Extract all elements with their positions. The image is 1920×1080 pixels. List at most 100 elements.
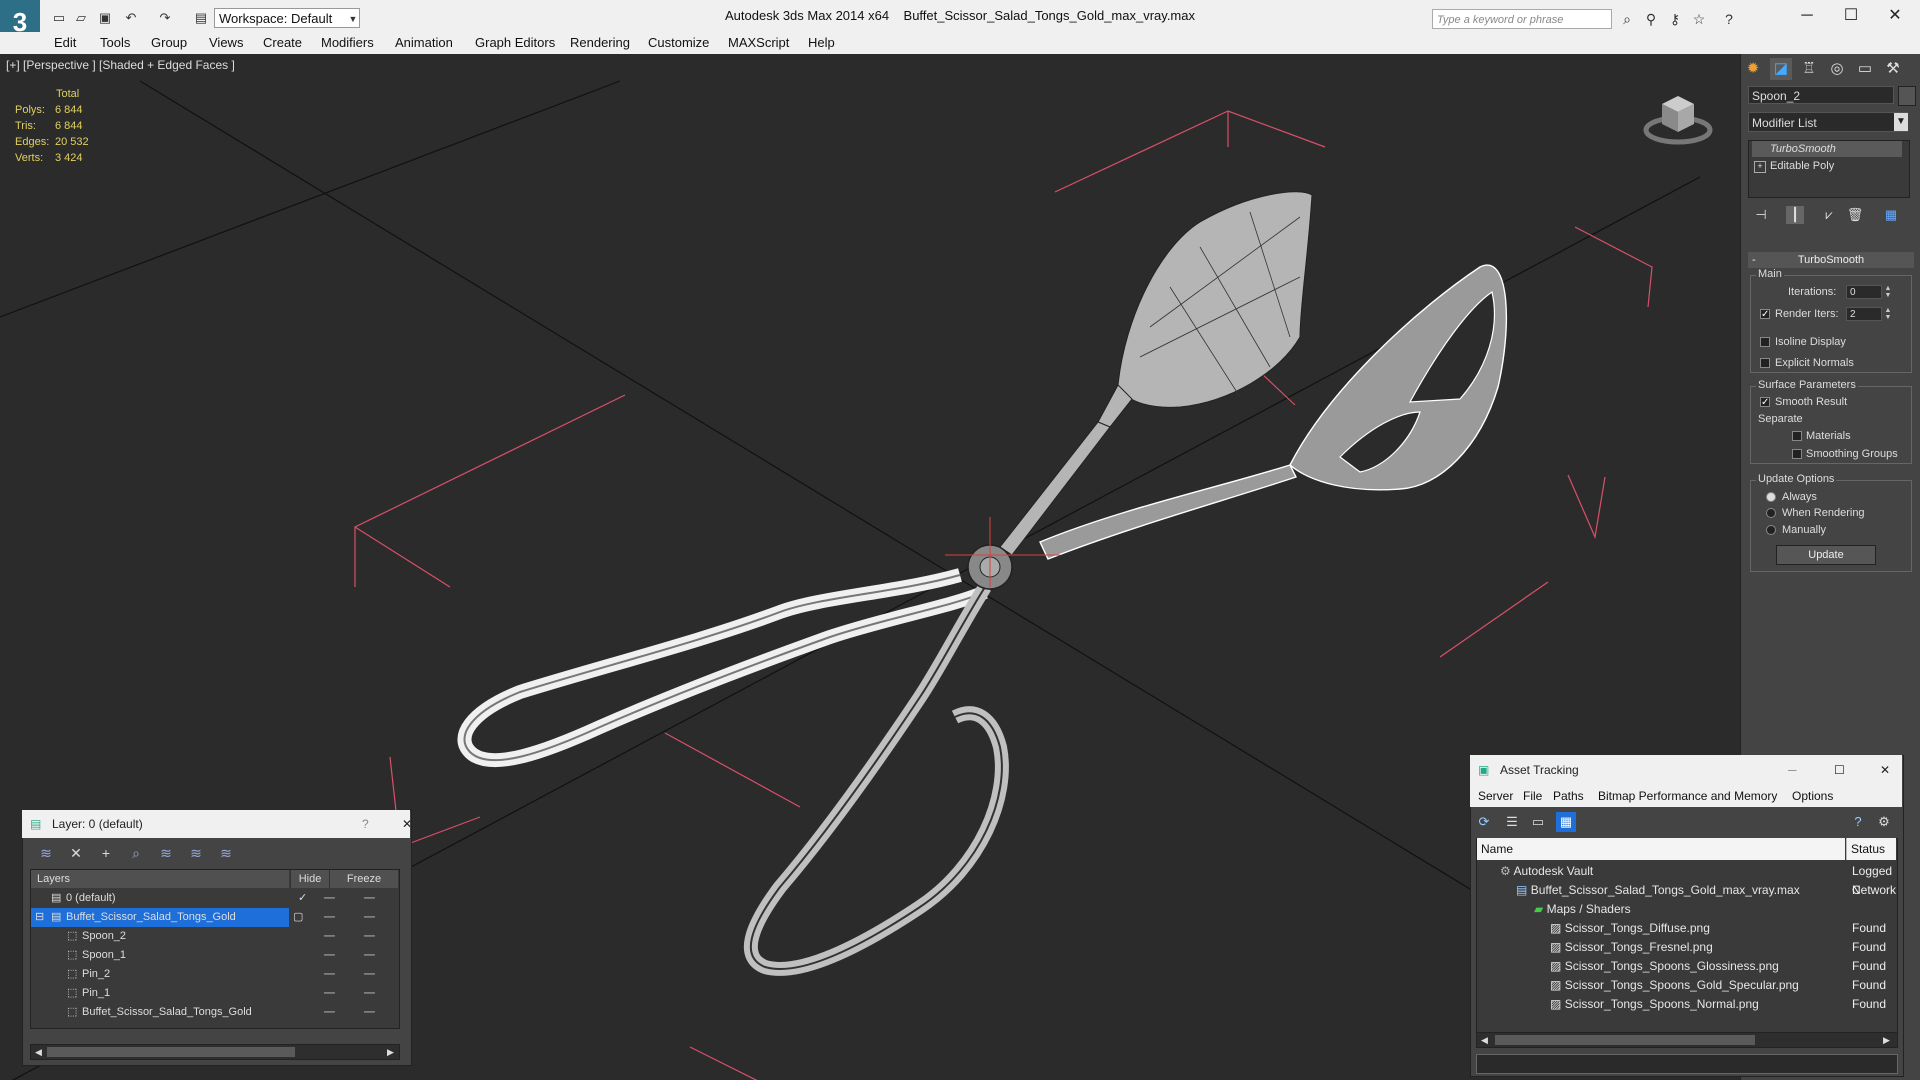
menu-group[interactable]: Group [151, 32, 187, 54]
scroll-thumb[interactable] [1495, 1035, 1755, 1045]
freeze-toggle[interactable]: ━━ [364, 908, 375, 927]
render-iters-checkbox[interactable]: ✓ [1760, 309, 1770, 320]
settings-icon[interactable]: ⚙ [1874, 812, 1894, 832]
help-icon[interactable]: ? [1848, 812, 1868, 832]
render-iters-spinner[interactable]: 2 [1846, 307, 1882, 321]
asset-menu-bitmap[interactable]: Bitmap Performance and Memory [1598, 785, 1777, 807]
current-layer-icon[interactable]: ▢ [293, 908, 303, 927]
status-column-header[interactable]: Status [1846, 838, 1896, 860]
asset-row[interactable]: ▰ Maps / Shaders [1534, 900, 1631, 919]
menu-tools[interactable]: Tools [100, 32, 130, 54]
when-rendering-radio[interactable] [1766, 508, 1776, 518]
display-tab-icon[interactable]: ▭ [1854, 58, 1876, 80]
smooth-result-checkbox[interactable]: ✓ [1760, 397, 1770, 408]
utilities-tab-icon[interactable]: ⚒ [1882, 58, 1904, 80]
show-end-result-icon[interactable]: ┃ [1786, 206, 1804, 224]
asset-menu-options[interactable]: Options [1792, 785, 1833, 807]
select-objects-icon[interactable]: ⌕ [126, 843, 146, 863]
hide-toggle[interactable]: ━━ [324, 1003, 335, 1022]
scroll-right-icon[interactable]: ▶ [1883, 1033, 1890, 1047]
menu-create[interactable]: Create [263, 32, 302, 54]
menu-customize[interactable]: Customize [648, 32, 709, 54]
maximize-button[interactable]: ☐ [1828, 0, 1874, 32]
object-name-field[interactable]: Spoon_2 [1748, 86, 1894, 104]
layer-row[interactable]: ▤ 0 (default) ✓ ━━ ━━ [31, 889, 397, 908]
scroll-left-icon[interactable]: ◀ [1481, 1033, 1488, 1047]
minimize-button[interactable]: ─ [1784, 0, 1830, 32]
hide-toggle[interactable]: ━━ [324, 908, 335, 927]
horizontal-scrollbar[interactable]: ◀ ▶ [30, 1044, 400, 1060]
viewcube[interactable] [1642, 88, 1714, 148]
spinner-arrows-icon[interactable]: ▲ ▼ [1884, 307, 1892, 321]
asset-path-field[interactable] [1476, 1054, 1898, 1074]
asset-row[interactable]: ⚙ Autodesk Vault [1500, 862, 1593, 881]
modifier-list-dropdown[interactable]: Modifier List [1748, 112, 1908, 132]
create-tab-icon[interactable]: ✹ [1742, 58, 1764, 80]
binoculars-icon[interactable]: ⌕ [1618, 10, 1636, 28]
hide-toggle[interactable]: ━━ [324, 927, 335, 946]
asset-row[interactable]: ▨ Scissor_Tongs_Diffuse.png [1550, 919, 1710, 938]
layer-object-row[interactable]: ⬚ Spoon_2 ━━ ━━ [31, 927, 397, 946]
freeze-toggle[interactable]: ━━ [364, 984, 375, 1003]
menu-help[interactable]: Help [808, 32, 835, 54]
asset-row[interactable]: ▨ Scissor_Tongs_Spoons_Gold_Specular.png [1550, 976, 1799, 995]
menu-edit[interactable]: Edit [54, 32, 76, 54]
horizontal-scrollbar[interactable]: ◀ ▶ [1476, 1032, 1898, 1048]
minimize-button[interactable]: ─ [1788, 755, 1797, 785]
menu-graph-editors[interactable]: Graph Editors [475, 32, 555, 54]
hide-toggle[interactable]: ━━ [324, 889, 335, 908]
freeze-column-header[interactable]: Freeze [329, 870, 398, 888]
key-icon[interactable]: ⚷ [1666, 10, 1684, 28]
refresh-icon[interactable]: ⟳ [1474, 812, 1494, 832]
scroll-right-icon[interactable]: ▶ [387, 1045, 394, 1059]
materials-checkbox[interactable] [1792, 431, 1802, 441]
iterations-spinner[interactable]: 0 [1846, 285, 1882, 299]
layer-object-row[interactable]: ⬚ Pin_2 ━━ ━━ [31, 965, 397, 984]
object-color-swatch[interactable] [1898, 86, 1916, 106]
freeze-toggle[interactable]: ━━ [364, 1003, 375, 1022]
layer-row-selected[interactable]: ⊟ ▤ Buffet_Scissor_Salad_Tongs_Gold ▢ ━━… [31, 908, 397, 927]
chevron-down-icon[interactable]: ▼ [1894, 113, 1908, 131]
layers-column-header[interactable]: Layers [31, 870, 289, 888]
layer-object-row[interactable]: ⬚ Buffet_Scissor_Salad_Tongs_Gold ━━ ━━ [31, 1003, 397, 1022]
asset-row[interactable]: ▨ Scissor_Tongs_Spoons_Normal.png [1550, 995, 1759, 1014]
help-icon[interactable]: ? [362, 810, 369, 838]
asset-menu-server[interactable]: Server [1478, 785, 1513, 807]
stack-item-editable-poly[interactable]: Editable Poly [1752, 158, 1902, 174]
delete-layer-icon[interactable]: ✕ [66, 843, 86, 863]
menu-animation[interactable]: Animation [395, 32, 453, 54]
add-to-layer-icon[interactable]: + [96, 843, 116, 863]
isoline-display-checkbox[interactable] [1760, 337, 1770, 347]
freeze-toggle[interactable]: ━━ [364, 965, 375, 984]
hide-toggle[interactable]: ━━ [324, 984, 335, 1003]
pin-stack-icon[interactable]: ⊣ [1752, 206, 1770, 224]
new-layer-icon[interactable]: ≋ [36, 843, 56, 863]
smoothing-groups-checkbox[interactable] [1792, 449, 1802, 459]
highlight-layer-icon[interactable]: ≋ [156, 843, 176, 863]
hide-toggle[interactable]: ━━ [324, 965, 335, 984]
thumbnail-view-icon[interactable]: ▭ [1528, 812, 1548, 832]
menu-views[interactable]: Views [209, 32, 243, 54]
asset-row[interactable]: ▨ Scissor_Tongs_Fresnel.png [1550, 938, 1713, 957]
freeze-all-icon[interactable]: ≋ [216, 843, 236, 863]
menu-maxscript[interactable]: MAXScript [728, 32, 789, 54]
collapse-icon[interactable]: ⊟ [35, 908, 44, 927]
make-unique-icon[interactable]: ⩗ [1820, 206, 1838, 224]
hide-column-header[interactable]: Hide [290, 870, 329, 888]
menu-rendering[interactable]: Rendering [570, 32, 630, 54]
asset-menu-file[interactable]: File [1523, 785, 1542, 807]
list-view-icon[interactable]: ☰ [1502, 812, 1522, 832]
scroll-left-icon[interactable]: ◀ [35, 1045, 42, 1059]
menu-modifiers[interactable]: Modifiers [321, 32, 374, 54]
name-column-header[interactable]: Name [1477, 838, 1845, 860]
checkmark-icon[interactable]: ✓ [298, 889, 307, 908]
star-icon[interactable]: ☆ [1690, 10, 1708, 28]
configure-sets-icon[interactable]: ▦ [1882, 206, 1900, 224]
remove-modifier-icon[interactable]: 🗑 [1846, 206, 1864, 224]
close-button[interactable]: ✕ [1872, 0, 1918, 32]
hide-all-icon[interactable]: ≋ [186, 843, 206, 863]
asset-row[interactable]: ▤ Buffet_Scissor_Salad_Tongs_Gold_max_vr… [1516, 881, 1800, 900]
always-radio[interactable] [1766, 492, 1776, 502]
table-view-icon[interactable]: ▦ [1556, 812, 1576, 832]
layer-object-row[interactable]: ⬚ Pin_1 ━━ ━━ [31, 984, 397, 1003]
